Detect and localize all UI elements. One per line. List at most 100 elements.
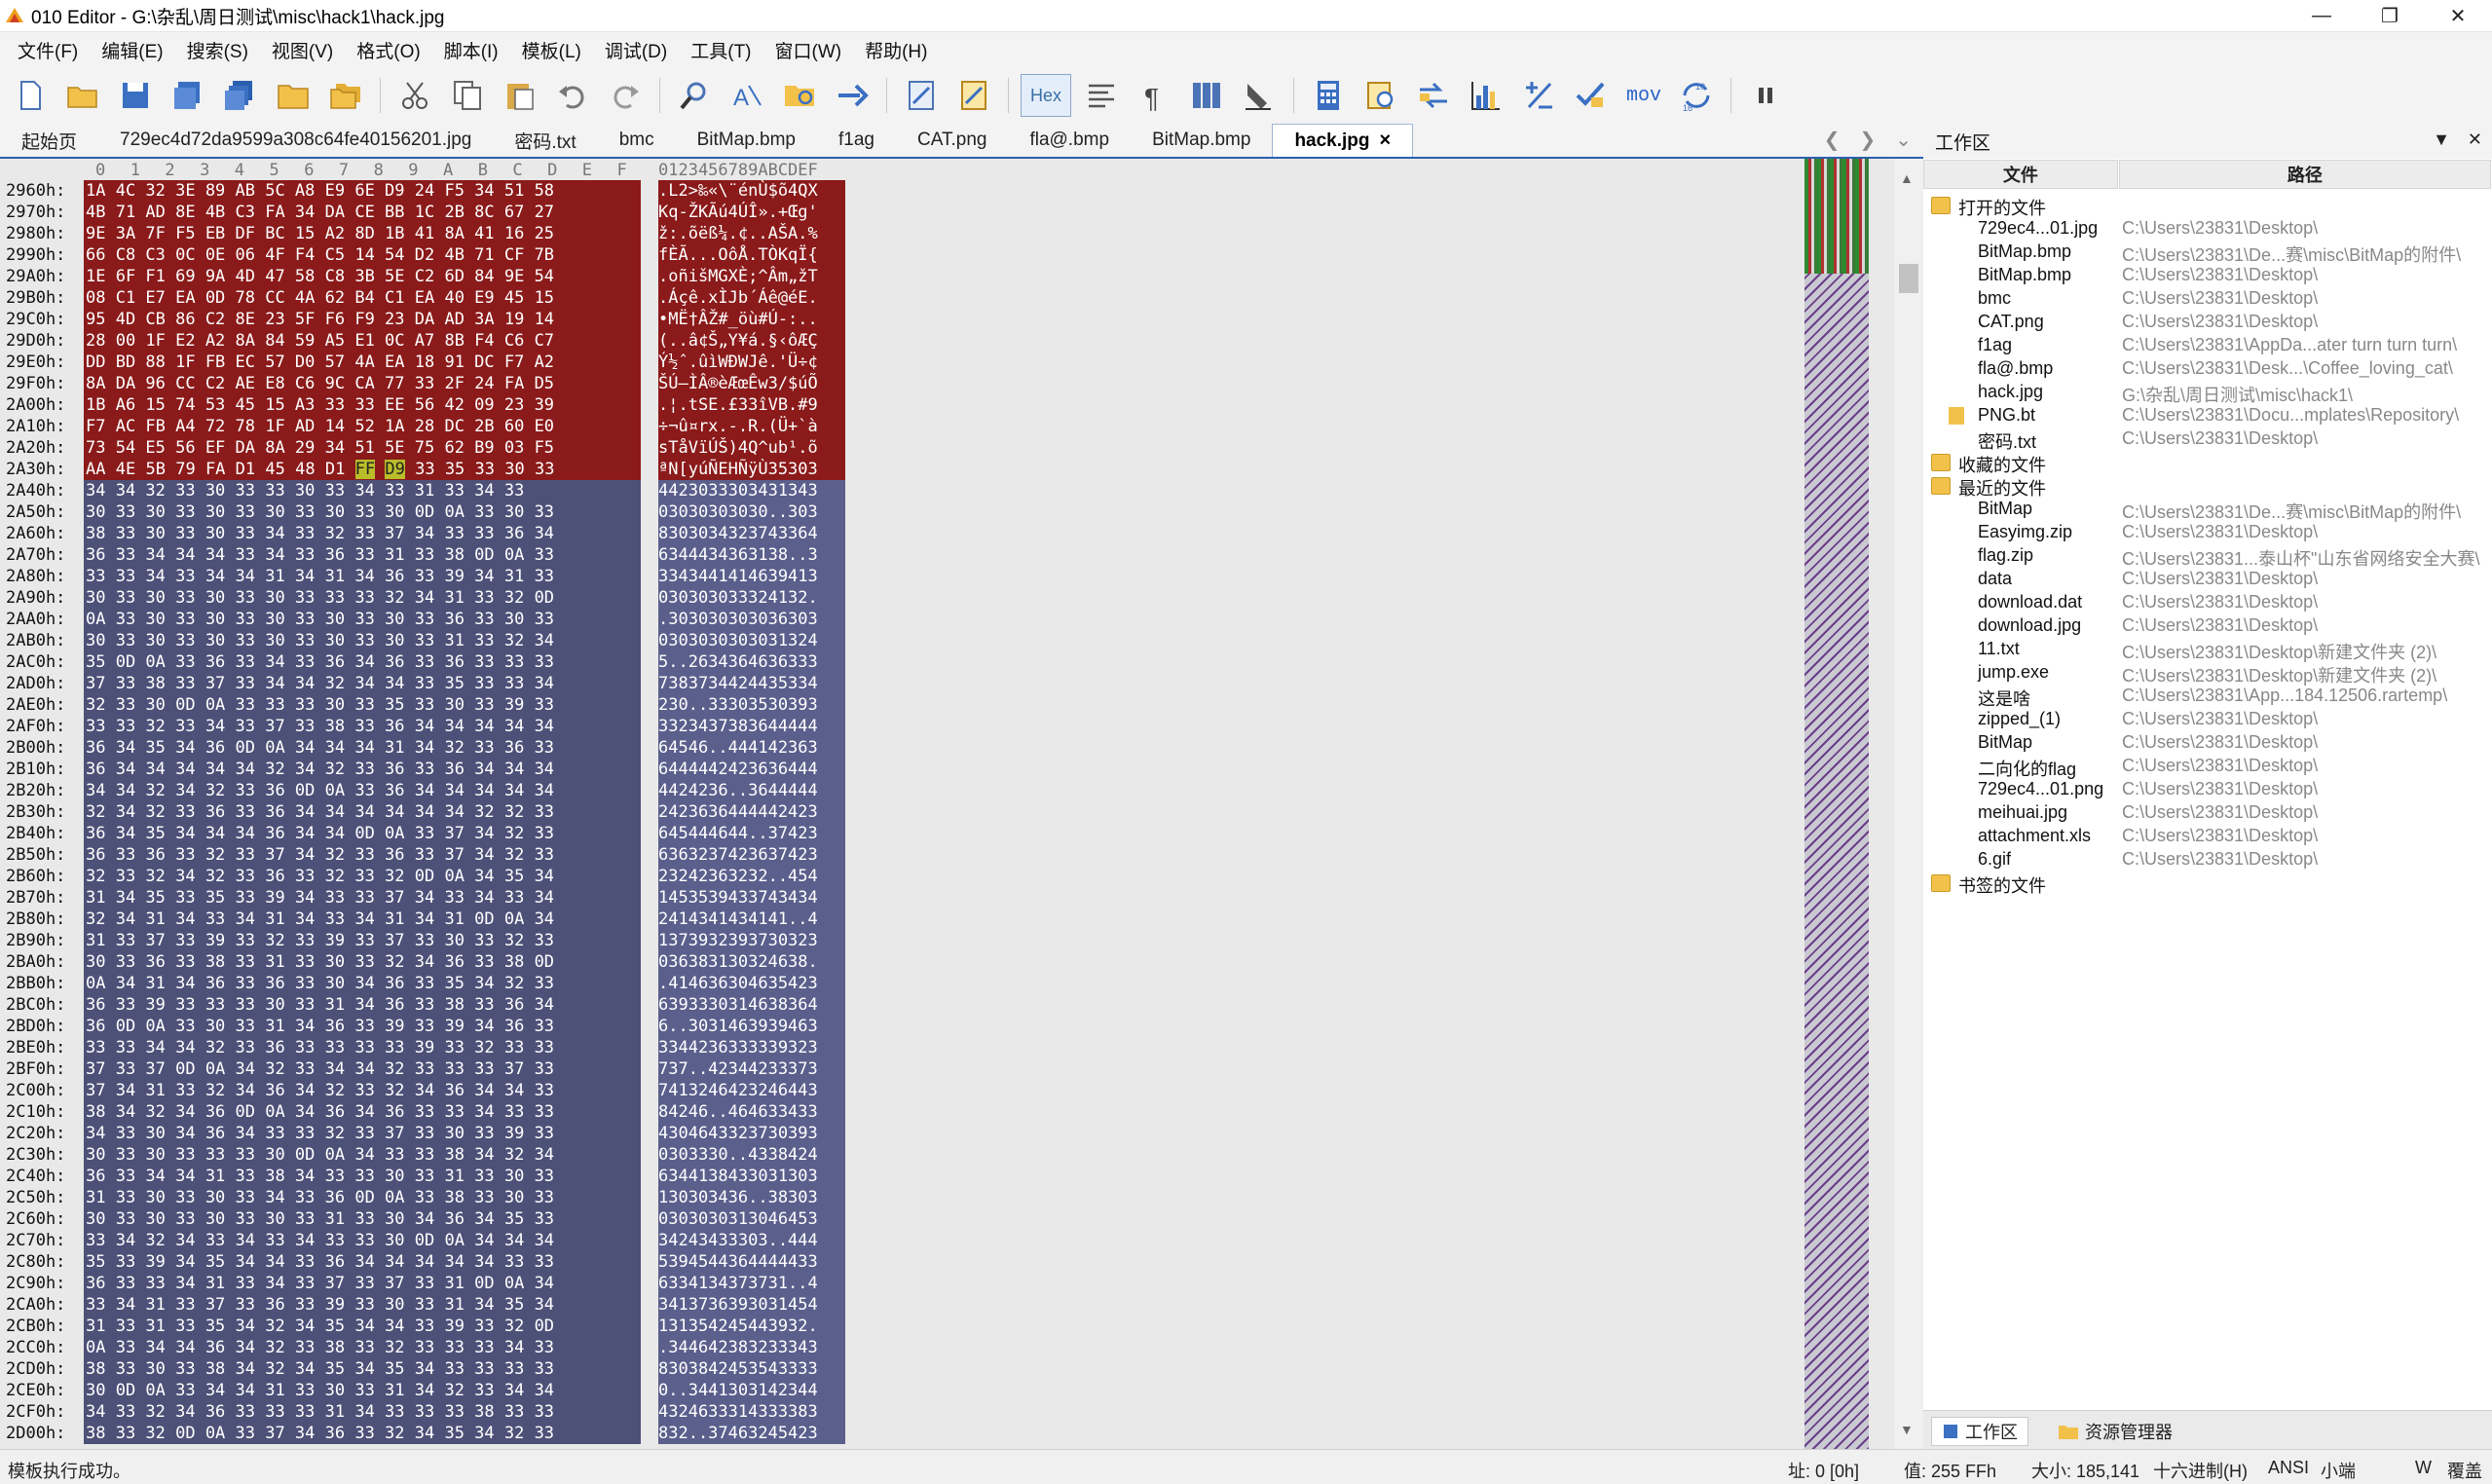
hex-row[interactable]: 2AE0h: 32 33 30 0D 0A 33 33 33 30 33 35 3… bbox=[0, 694, 1802, 716]
undo-button[interactable] bbox=[550, 73, 595, 118]
restore-button[interactable]: ❐ bbox=[2356, 0, 2424, 32]
hex-row-ascii[interactable]: .oñišMGXÈ;^Âm„žT bbox=[658, 266, 845, 287]
hex-row-bytes[interactable]: 30 33 30 33 33 33 30 0D 0A 34 33 33 38 3… bbox=[84, 1144, 641, 1166]
hex-row[interactable]: 2A40h: 34 34 32 33 30 33 33 30 33 34 33 3… bbox=[0, 480, 1802, 501]
menu-window[interactable]: 窗口(W) bbox=[763, 37, 854, 63]
workspace-file-item[interactable]: hack.jpg G:\杂乱\周日测试\misc\hack1\ bbox=[1923, 381, 2492, 405]
hex-row[interactable]: 2B10h: 36 34 34 34 34 34 32 34 32 33 36 3… bbox=[0, 759, 1802, 780]
hex-row-ascii[interactable]: 1373932393730323 bbox=[658, 930, 845, 951]
hex-row-ascii[interactable]: 6344434363138..3 bbox=[658, 544, 845, 566]
hex-row[interactable]: 2A50h: 30 33 30 33 30 33 30 33 30 33 30 0… bbox=[0, 501, 1802, 523]
hex-row[interactable]: 2960h: 1A 4C 32 3E 89 AB 5C A8 E9 6E D9 2… bbox=[0, 180, 1802, 202]
hex-row[interactable]: 2C00h: 37 34 31 33 32 34 36 34 32 33 32 3… bbox=[0, 1080, 1802, 1101]
hex-row-ascii[interactable]: ŠÚ–ÌÂ®èÆœÊw3/$úÕ bbox=[658, 373, 845, 394]
hex-row-ascii[interactable]: 4424236..3644444 bbox=[658, 780, 845, 801]
hex-row-ascii[interactable]: 84246..464633433 bbox=[658, 1101, 845, 1123]
hex-row[interactable]: 2B00h: 36 34 35 34 36 0D 0A 34 34 34 31 3… bbox=[0, 737, 1802, 759]
workspace-group[interactable]: 打开的文件 bbox=[1923, 194, 2492, 218]
workspace-file-item[interactable]: data C:\Users\23831\Desktop\ bbox=[1923, 568, 2492, 591]
hex-row[interactable]: 2CC0h: 0A 33 34 34 36 34 32 33 38 33 32 3… bbox=[0, 1337, 1802, 1358]
hex-byte[interactable]: 4E bbox=[116, 460, 135, 479]
hex-row[interactable]: 2B80h: 32 34 31 34 33 34 31 34 33 34 31 3… bbox=[0, 909, 1802, 930]
find-button[interactable] bbox=[672, 73, 717, 118]
workspace-file-item[interactable]: jump.exe C:\Users\23831\Desktop\新建文件夹 (2)… bbox=[1923, 661, 2492, 686]
hex-row[interactable]: 2A70h: 36 33 34 34 34 33 34 33 36 33 31 3… bbox=[0, 544, 1802, 566]
hex-row-bytes[interactable]: 31 33 31 33 35 34 32 34 35 34 34 33 39 3… bbox=[84, 1316, 641, 1337]
hex-row-bytes[interactable]: 32 34 32 33 36 33 36 34 34 34 34 34 34 3… bbox=[84, 801, 641, 823]
hex-scrollbar[interactable]: ▲ ▼ bbox=[1894, 159, 1923, 1449]
hex-row[interactable]: 2CD0h: 38 33 30 33 38 34 32 34 35 34 35 3… bbox=[0, 1358, 1802, 1380]
save-button[interactable] bbox=[113, 73, 158, 118]
save-as-button[interactable] bbox=[166, 73, 210, 118]
file-tab[interactable]: bmc bbox=[598, 124, 676, 157]
hex-row[interactable]: 29A0h: 1E 6F F1 69 9A 4D 47 58 C8 3B 5E C… bbox=[0, 266, 1802, 287]
hex-row-bytes[interactable]: 08 C1 E7 EA 0D 78 CC 4A 62 B4 C1 EA 40 E… bbox=[84, 287, 641, 309]
hex-row[interactable]: 2B20h: 34 34 32 34 32 33 36 0D 0A 33 36 3… bbox=[0, 780, 1802, 801]
workspace-file-item[interactable]: flag.zip C:\Users\23831...泰山杯"山东省网络安全大赛\ bbox=[1923, 544, 2492, 569]
hex-byte[interactable]: 79 bbox=[175, 460, 195, 479]
hex-row[interactable]: 2A10h: F7 AC FB A4 72 78 1F AD 14 52 1A 2… bbox=[0, 416, 1802, 437]
add-subtract-button[interactable] bbox=[1516, 73, 1561, 118]
workspace-file-item[interactable]: download.dat C:\Users\23831\Desktop\ bbox=[1923, 591, 2492, 614]
tab-list-icon[interactable]: ⌄ bbox=[1895, 128, 1912, 152]
hex-row-ascii[interactable]: .303030303036303 bbox=[658, 609, 845, 630]
hex-row[interactable]: 29C0h: 95 4D CB 86 C2 8E 23 5F F6 F9 23 D… bbox=[0, 309, 1802, 330]
file-tab[interactable]: BitMap.bmp bbox=[676, 124, 817, 157]
file-tab[interactable]: hack.jpg × bbox=[1272, 124, 1414, 157]
hex-row-ascii[interactable]: 03030303030..303 bbox=[658, 501, 845, 523]
hex-row[interactable]: 2A00h: 1B A6 15 74 53 45 15 A3 33 33 EE 5… bbox=[0, 394, 1802, 416]
hex-row[interactable]: 2AC0h: 35 0D 0A 33 36 33 34 33 36 34 36 3… bbox=[0, 651, 1802, 673]
hex-byte[interactable]: D9 bbox=[385, 460, 405, 479]
hex-row-bytes[interactable]: 36 33 36 33 32 33 37 34 32 33 36 33 37 3… bbox=[84, 844, 641, 866]
hex-row-ascii[interactable]: 030303033324132. bbox=[658, 587, 845, 609]
hex-byte[interactable]: 45 bbox=[265, 460, 284, 479]
hex-row[interactable]: 2C70h: 33 34 32 34 33 34 33 34 33 33 30 0… bbox=[0, 1230, 1802, 1251]
hex-row-bytes[interactable]: 28 00 1F E2 A2 8A 84 59 A5 E1 0C A7 8B F… bbox=[84, 330, 641, 352]
hex-row[interactable]: 29E0h: DD BD 88 1F FB EC 57 D0 57 4A EA 1… bbox=[0, 352, 1802, 373]
workspace-file-item[interactable]: 729ec4...01.jpg C:\Users\23831\Desktop\ bbox=[1923, 217, 2492, 241]
tab-prev-icon[interactable]: ❮ bbox=[1824, 128, 1841, 152]
goto-button[interactable] bbox=[830, 73, 874, 118]
status-mode[interactable]: 十六进制(H) bbox=[2153, 1458, 2248, 1483]
hex-row-bytes[interactable]: 30 33 30 33 30 33 30 33 33 33 32 34 31 3… bbox=[84, 587, 641, 609]
hex-row-bytes[interactable]: 4B 71 AD 8E 4B C3 FA 34 DA CE BB 1C 2B 8… bbox=[84, 202, 641, 223]
menu-view[interactable]: 视图(V) bbox=[260, 37, 345, 63]
hex-row-bytes[interactable]: 1E 6F F1 69 9A 4D 47 58 C8 3B 5E C2 6D 8… bbox=[84, 266, 641, 287]
histogram-button[interactable] bbox=[1464, 73, 1508, 118]
hex-row-ascii[interactable]: 2423636444442423 bbox=[658, 801, 845, 823]
workspace-group[interactable]: 收藏的文件 bbox=[1923, 451, 2492, 475]
hex-row-ascii[interactable]: 832..37463245423 bbox=[658, 1423, 845, 1444]
status-encoding[interactable]: ANSI bbox=[2268, 1458, 2309, 1478]
hex-row-ascii[interactable]: 8303842453543333 bbox=[658, 1358, 845, 1380]
hex-row-bytes[interactable]: 33 34 32 34 33 34 33 34 33 33 30 0D 0A 3… bbox=[84, 1230, 641, 1251]
hex-byte[interactable]: D1 bbox=[236, 460, 255, 479]
hex-row[interactable]: 2A90h: 30 33 30 33 30 33 30 33 33 33 32 3… bbox=[0, 587, 1802, 609]
hex-row-bytes[interactable]: F7 AC FB A4 72 78 1F AD 14 52 1A 28 DC 2… bbox=[84, 416, 641, 437]
scroll-up-icon[interactable]: ▲ bbox=[1900, 170, 1914, 186]
hex-row-bytes[interactable]: 73 54 E5 56 EF DA 8A 29 34 51 5E 75 62 B… bbox=[84, 437, 641, 459]
hex-row-bytes[interactable]: 31 33 37 33 39 33 32 33 39 33 37 33 30 3… bbox=[84, 930, 641, 951]
workspace-file-item[interactable]: bmc C:\Users\23831\Desktop\ bbox=[1923, 287, 2492, 311]
disassembler-button[interactable]: mov bbox=[1621, 73, 1666, 118]
hex-row-bytes[interactable]: 8A DA 96 CC C2 AE E8 C6 9C CA 77 33 2F 2… bbox=[84, 373, 641, 394]
hex-row-bytes[interactable]: 34 33 30 34 36 34 33 33 32 33 37 33 30 3… bbox=[84, 1123, 641, 1144]
hex-byte[interactable]: 33 bbox=[535, 460, 554, 479]
hex-row-bytes[interactable]: 9E 3A 7F F5 EB DF BC 15 A2 8D 1B 41 8A 4… bbox=[84, 223, 641, 244]
hex-row-ascii[interactable]: ž:.õëß¼.¢..AŠA.% bbox=[658, 223, 845, 244]
column-file[interactable]: 文件 bbox=[1923, 160, 2118, 189]
workspace-file-item[interactable]: zipped_(1) C:\Users\23831\Desktop\ bbox=[1923, 708, 2492, 731]
hex-row-ascii[interactable]: 3343441414639413 bbox=[658, 566, 845, 587]
hex-row-bytes[interactable]: 30 33 30 33 30 33 30 33 31 33 30 34 36 3… bbox=[84, 1208, 641, 1230]
hex-byte[interactable]: 48 bbox=[295, 460, 315, 479]
hex-byte[interactable]: D1 bbox=[325, 460, 345, 479]
hex-byte[interactable]: FF bbox=[354, 460, 376, 479]
hex-row[interactable]: 2980h: 9E 3A 7F F5 EB DF BC 15 A2 8D 1B 4… bbox=[0, 223, 1802, 244]
workspace-file-item[interactable]: meihuai.jpg C:\Users\23831\Desktop\ bbox=[1923, 801, 2492, 825]
hex-byte[interactable]: 30 bbox=[504, 460, 524, 479]
menu-template[interactable]: 模板(L) bbox=[510, 37, 593, 63]
paste-button[interactable] bbox=[498, 73, 542, 118]
text-mode-button[interactable] bbox=[1079, 73, 1124, 118]
hex-row-bytes[interactable]: 30 33 30 33 30 33 30 33 30 33 30 33 31 3… bbox=[84, 630, 641, 651]
file-tab[interactable]: BitMap.bmp bbox=[1131, 124, 1272, 157]
hex-byte[interactable]: 35 bbox=[445, 460, 465, 479]
